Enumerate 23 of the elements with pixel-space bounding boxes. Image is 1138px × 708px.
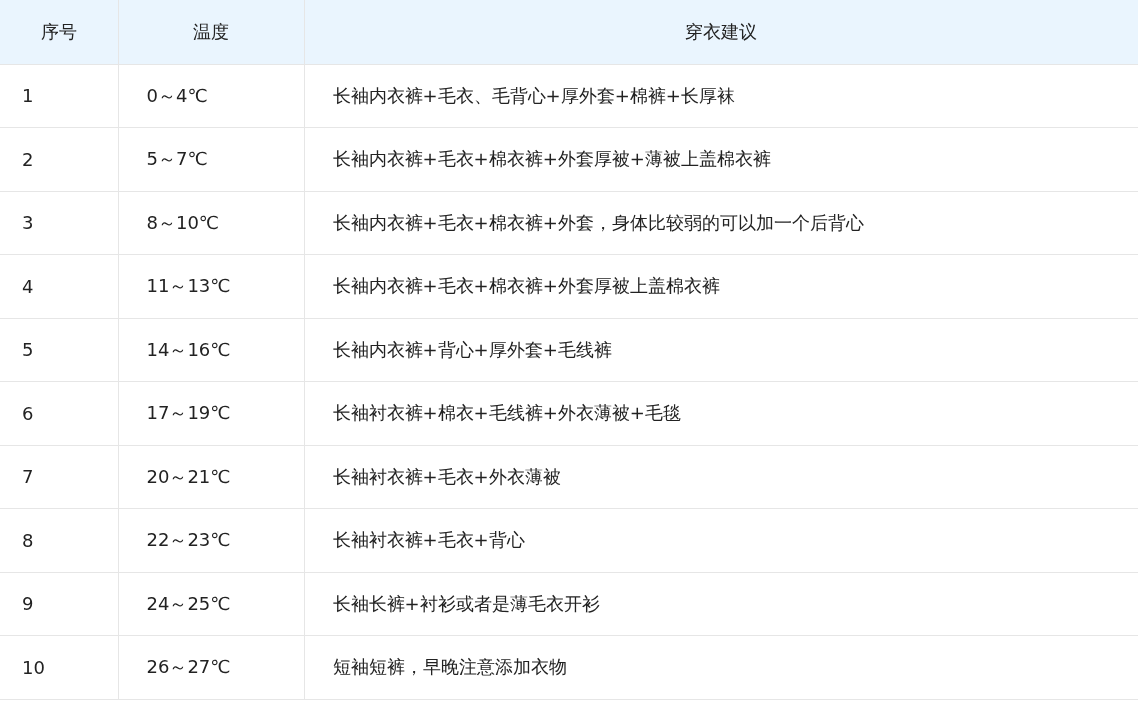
- table-cell: 4: [0, 254, 118, 318]
- table-cell: 5: [0, 318, 118, 382]
- table-cell: 5～7℃: [118, 127, 304, 191]
- column-header: 温度: [118, 0, 304, 64]
- table-cell: 22～23℃: [118, 508, 304, 572]
- table-cell: 26～27℃: [118, 635, 304, 699]
- table-cell: 3: [0, 191, 118, 255]
- table-cell: 2: [0, 127, 118, 191]
- column-header: 序号: [0, 0, 118, 64]
- table-cell: 8～10℃: [118, 191, 304, 255]
- table-cell: 24～25℃: [118, 572, 304, 636]
- table-cell: 20～21℃: [118, 445, 304, 509]
- table-cell: 9: [0, 572, 118, 636]
- column-header: 穿衣建议: [304, 0, 1138, 64]
- table-cell: 6: [0, 381, 118, 445]
- table-cell: 8: [0, 508, 118, 572]
- table-cell: 17～19℃: [118, 381, 304, 445]
- table-cell: 10: [0, 635, 118, 699]
- table-cell: 14～16℃: [118, 318, 304, 382]
- table-cell: 0～4℃: [118, 64, 304, 128]
- table-cell: 7: [0, 445, 118, 509]
- table-cell: 11～13℃: [118, 254, 304, 318]
- table-cell: 1: [0, 64, 118, 128]
